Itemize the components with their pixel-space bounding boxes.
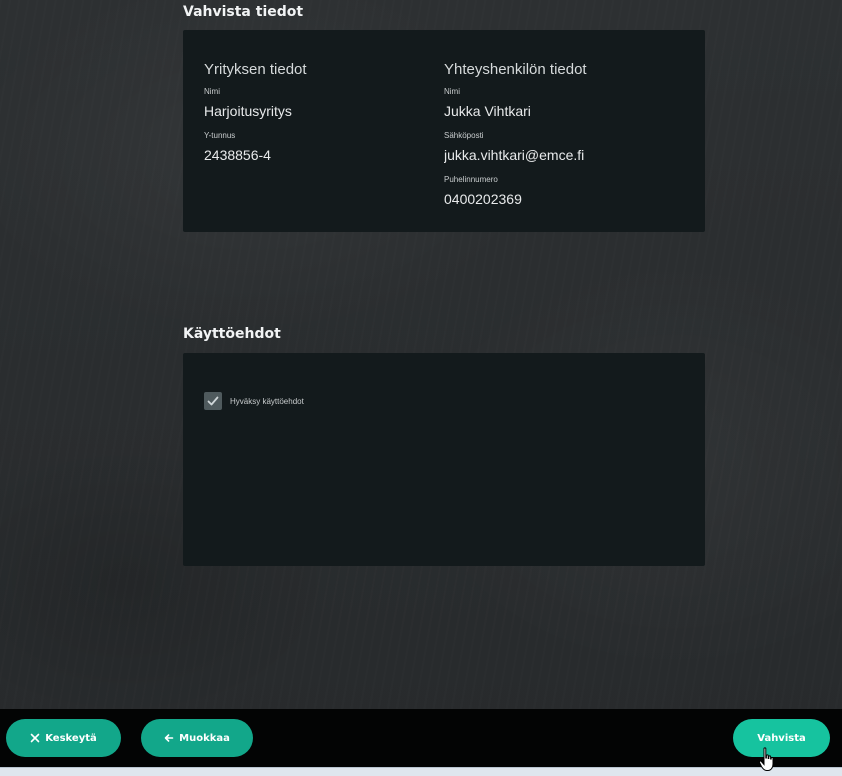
- terms-card: Hyväksy käyttöehdot: [183, 353, 705, 566]
- arrow-left-icon: [164, 733, 174, 743]
- contact-email-value: jukka.vihtkari@emce.fi: [444, 147, 585, 163]
- company-details: Yrityksen tiedot Nimi Harjoitusyritys Y-…: [204, 60, 434, 174]
- footer-bar: Keskeytä Muokkaa Vahvista: [0, 709, 842, 767]
- confirm-section-title: Vahvista tiedot: [183, 4, 304, 20]
- confirm-button-label: Vahvista: [757, 732, 806, 744]
- contact-phone-label: Puhelinnumero: [444, 175, 498, 184]
- edit-button-label: Muokkaa: [179, 732, 230, 744]
- contact-email-label: Sähköposti: [444, 131, 484, 140]
- cancel-button-label: Keskeytä: [45, 732, 97, 744]
- edit-button[interactable]: Muokkaa: [141, 719, 253, 757]
- contact-details-heading: Yhteyshenkilön tiedot: [444, 61, 587, 78]
- company-name-value: Harjoitusyritys: [204, 103, 292, 119]
- confirm-button[interactable]: Vahvista: [733, 719, 830, 757]
- details-card: Yrityksen tiedot Nimi Harjoitusyritys Y-…: [183, 30, 705, 232]
- window-bottom-edge: [0, 767, 842, 776]
- accept-terms-row[interactable]: Hyväksy käyttöehdot: [204, 392, 304, 410]
- contact-details[interactable]: Yhteyshenkilön tiedot Nimi Jukka Vihtkar…: [444, 60, 674, 210]
- cancel-button[interactable]: Keskeytä: [6, 719, 121, 757]
- business-id-value: 2438856-4: [204, 147, 271, 163]
- business-id-label: Y-tunnus: [204, 131, 236, 140]
- company-details-heading: Yrityksen tiedot: [204, 61, 307, 78]
- contact-phone-value: 0400202369: [444, 191, 522, 207]
- accept-terms-checkbox[interactable]: [204, 392, 222, 410]
- terms-section-title: Käyttöehdot: [183, 326, 281, 342]
- close-icon: [30, 733, 40, 743]
- accept-terms-label[interactable]: Hyväksy käyttöehdot: [230, 397, 304, 406]
- contact-name-label: Nimi: [444, 87, 460, 96]
- check-icon: [207, 396, 219, 406]
- contact-name-value: Jukka Vihtkari: [444, 103, 531, 119]
- company-name-label: Nimi: [204, 87, 220, 96]
